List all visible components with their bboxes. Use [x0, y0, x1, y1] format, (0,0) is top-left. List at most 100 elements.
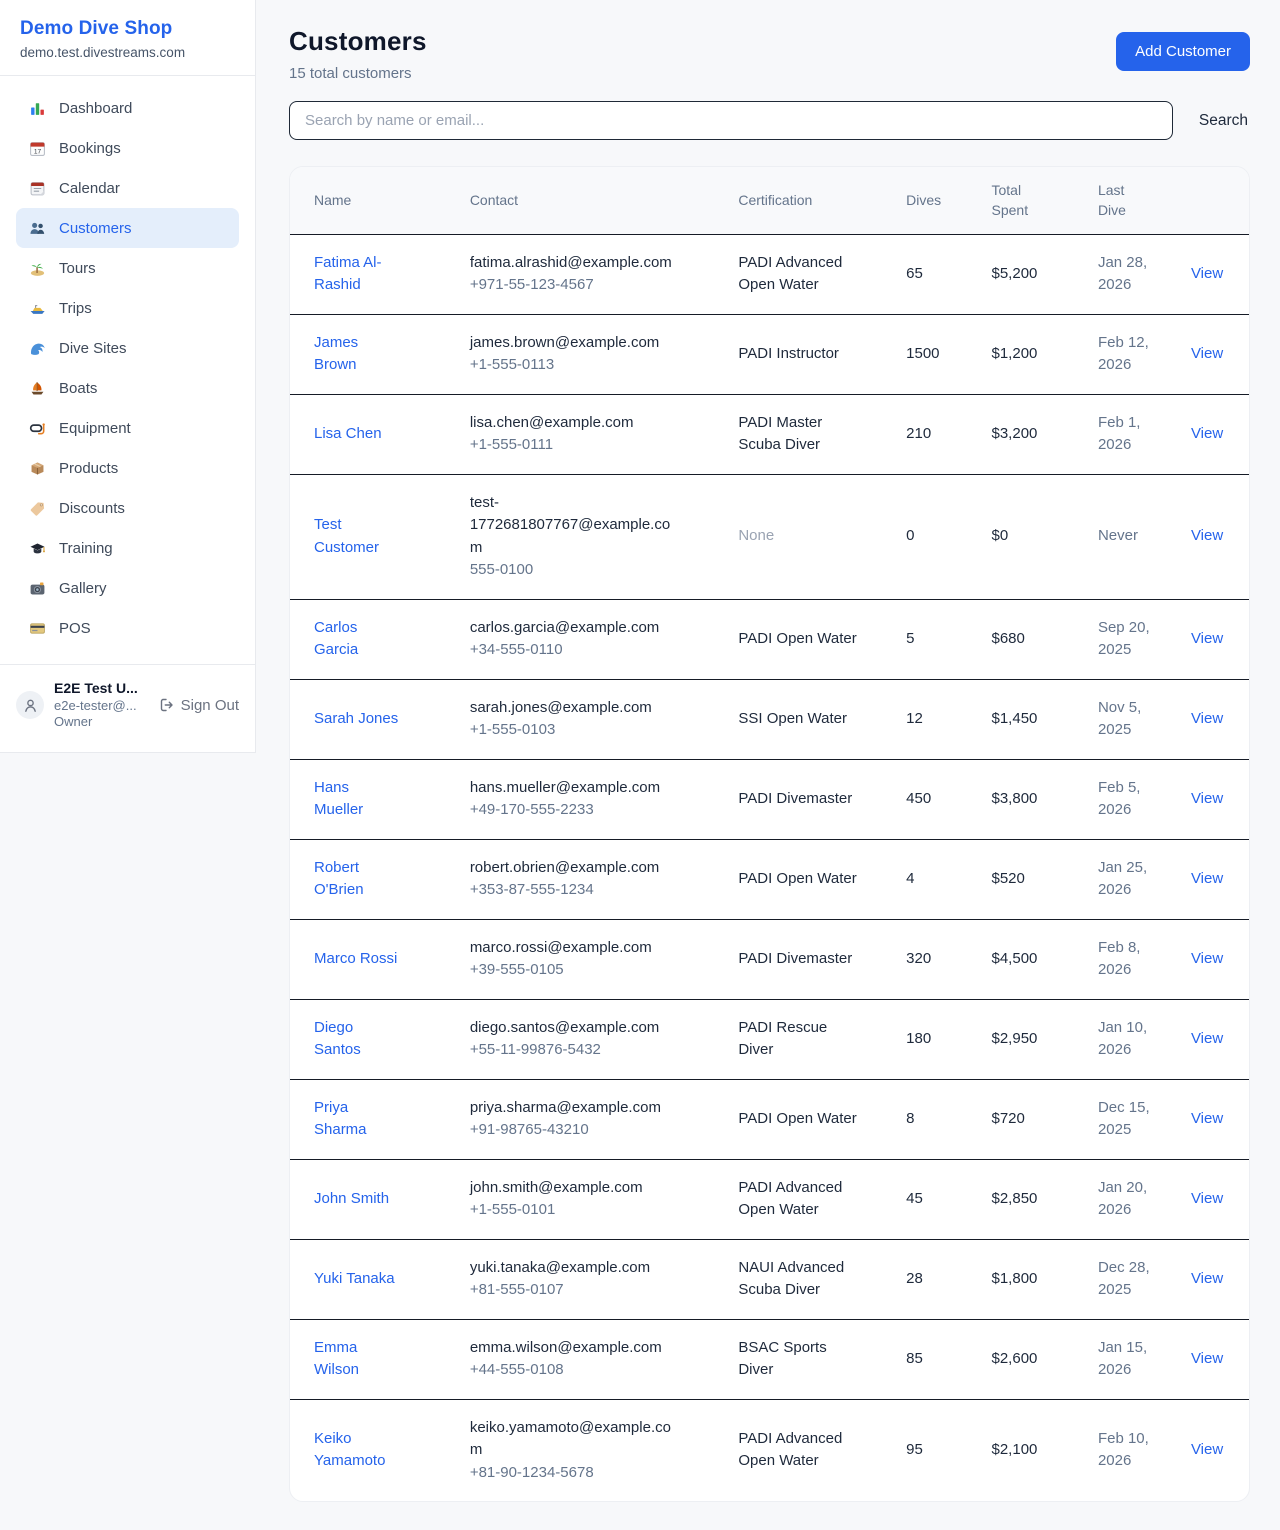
sidebar-item-dive-sites[interactable]: Dive Sites [16, 328, 239, 368]
sidebar-item-training[interactable]: Training [16, 528, 239, 568]
customer-name-link[interactable]: Test Customer [314, 514, 402, 559]
sidebar-item-dashboard[interactable]: Dashboard [16, 88, 239, 128]
customer-last-dive: Jan 28, 2026 [1098, 252, 1160, 297]
view-link[interactable]: View [1191, 527, 1223, 544]
view-link[interactable]: View [1191, 345, 1223, 362]
customer-total-spent: $1,200 [992, 345, 1038, 362]
customer-certification: NAUI Advanced Scuba Diver [738, 1257, 864, 1302]
view-link[interactable]: View [1191, 265, 1223, 282]
sign-out-button[interactable]: Sign Out [159, 697, 239, 714]
customer-count: 15 total customers [289, 65, 427, 82]
customer-total-spent: $4,500 [992, 950, 1038, 967]
sidebar-item-tours[interactable]: Tours [16, 248, 239, 288]
main-content: Customers 15 total customers Add Custome… [256, 0, 1280, 1530]
view-link[interactable]: View [1191, 710, 1223, 727]
sidebar-item-boats[interactable]: Boats [16, 368, 239, 408]
table-row: Fatima Al-Rashidfatima.alrashid@example.… [290, 234, 1249, 314]
table-row: John Smithjohn.smith@example.com+1-555-0… [290, 1159, 1249, 1239]
customer-email: lisa.chen@example.com [470, 412, 682, 435]
sidebar-item-calendar[interactable]: Calendar [16, 168, 239, 208]
customer-name-link[interactable]: Sarah Jones [314, 708, 398, 731]
customer-name-link[interactable]: Priya Sharma [314, 1097, 402, 1142]
customer-name-link[interactable]: Hans Mueller [314, 777, 402, 822]
customer-name-link[interactable]: Robert O'Brien [314, 857, 402, 902]
avatar [16, 691, 44, 719]
view-link[interactable]: View [1191, 1110, 1223, 1127]
sidebar-item-trips[interactable]: Trips [16, 288, 239, 328]
table-row: Keiko Yamamoto keiko.yamamoto@example.com… [290, 1399, 1249, 1501]
customer-email: diego.santos@example.com [470, 1017, 682, 1040]
customer-name-link[interactable]: Yuki Tanaka [314, 1268, 395, 1291]
customer-total-spent: $0 [992, 527, 1009, 544]
customer-certification: PADI Master Scuba Diver [738, 412, 864, 457]
view-link[interactable]: View [1191, 1441, 1223, 1458]
customer-name-link[interactable]: Carlos Garcia [314, 617, 402, 662]
view-link[interactable]: View [1191, 950, 1223, 967]
customer-certification: PADI Divemaster [738, 788, 852, 811]
view-link[interactable]: View [1191, 1190, 1223, 1207]
customer-name-link[interactable]: Emma Wilson [314, 1337, 402, 1382]
customer-last-dive: Jan 10, 2026 [1098, 1017, 1160, 1062]
customer-total-spent: $2,850 [992, 1190, 1038, 1207]
customer-dives: 95 [906, 1441, 923, 1458]
sidebar-item-label: Boats [59, 380, 97, 397]
user-role: Owner [54, 714, 138, 730]
customer-name-link[interactable]: John Smith [314, 1188, 389, 1211]
sidebar-item-label: Tours [59, 260, 96, 277]
customer-name-link[interactable]: Fatima Al-Rashid [314, 252, 402, 297]
customer-phone: +1-555-0111 [470, 434, 682, 457]
customer-last-dive: Nov 5, 2025 [1098, 697, 1160, 742]
customer-name-link[interactable]: Diego Santos [314, 1017, 402, 1062]
table-row: Priya Sharmapriya.sharma@example.com+91-… [290, 1079, 1249, 1159]
customer-name-link[interactable]: Lisa Chen [314, 423, 382, 446]
column-header: Name [290, 167, 458, 234]
customer-last-dive: Feb 12, 2026 [1098, 332, 1160, 377]
sidebar-item-products[interactable]: Products [16, 448, 239, 488]
column-header: Certification [726, 167, 894, 234]
customer-total-spent: $1,450 [992, 710, 1038, 727]
sidebar-item-bookings[interactable]: 17 Bookings [16, 128, 239, 168]
customer-email: sarah.jones@example.com [470, 697, 682, 720]
view-link[interactable]: View [1191, 630, 1223, 647]
add-customer-button[interactable]: Add Customer [1116, 32, 1250, 71]
customer-email: john.smith@example.com [470, 1177, 682, 1200]
sidebar-item-gallery[interactable]: Gallery [16, 568, 239, 608]
customer-phone: +81-555-0107 [470, 1279, 682, 1302]
view-link[interactable]: View [1191, 1270, 1223, 1287]
sidebar-item-label: Bookings [59, 140, 121, 157]
customer-dives: 1500 [906, 345, 939, 362]
customer-last-dive: Never [1098, 525, 1138, 548]
view-link[interactable]: View [1191, 1030, 1223, 1047]
search-input[interactable] [289, 101, 1173, 140]
table-row: Yuki Tanakayuki.tanaka@example.com+81-55… [290, 1239, 1249, 1319]
customer-email: keiko.yamamoto@example.com [470, 1417, 682, 1462]
customer-total-spent: $5,200 [992, 265, 1038, 282]
view-link[interactable]: View [1191, 1350, 1223, 1367]
sidebar-item-label: POS [59, 620, 91, 637]
sidebar-item-customers[interactable]: Customers [16, 208, 239, 248]
customer-name-link[interactable]: James Brown [314, 332, 402, 377]
search-button[interactable]: Search [1197, 104, 1250, 138]
view-link[interactable]: View [1191, 790, 1223, 807]
view-link[interactable]: View [1191, 425, 1223, 442]
column-header [1179, 167, 1249, 234]
customer-name-link[interactable]: Keiko Yamamoto [314, 1428, 402, 1473]
discounts-icon [28, 499, 46, 517]
view-link[interactable]: View [1191, 870, 1223, 887]
sidebar-item-pos[interactable]: POS [16, 608, 239, 648]
sidebar-item-label: Training [59, 540, 113, 557]
bookings-icon: 17 [28, 139, 46, 157]
sidebar-item-label: Dashboard [59, 100, 132, 117]
sidebar-item-equipment[interactable]: Equipment [16, 408, 239, 448]
customer-certification: BSAC Sports Diver [738, 1337, 864, 1382]
person-icon [22, 697, 39, 714]
customer-last-dive: Jan 15, 2026 [1098, 1337, 1160, 1382]
customer-certification: None [738, 525, 774, 548]
customer-name-link[interactable]: Marco Rossi [314, 948, 397, 971]
calendar-icon [28, 179, 46, 197]
table-row: Emma Wilsonemma.wilson@example.com+44-55… [290, 1319, 1249, 1399]
customer-total-spent: $2,600 [992, 1350, 1038, 1367]
customer-total-spent: $680 [992, 630, 1025, 647]
brand: Demo Dive Shop demo.test.divestreams.com [0, 0, 255, 76]
sidebar-item-discounts[interactable]: Discounts [16, 488, 239, 528]
